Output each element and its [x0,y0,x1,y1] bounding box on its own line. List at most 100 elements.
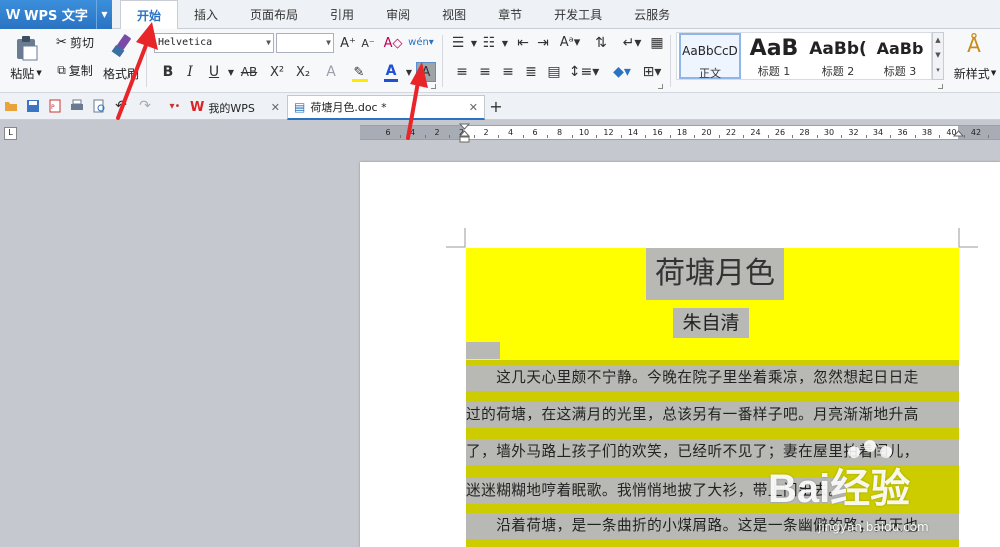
phonetic-guide-icon[interactable]: wén▾ [408,33,434,51]
styles-dialog-launcher[interactable] [938,84,943,89]
decrease-indent-icon[interactable]: ⇤ [514,34,532,52]
wps-logo: W [6,6,21,23]
red-arrow-annotation [116,22,158,120]
tab-section[interactable]: 章节 [482,0,538,29]
close-icon[interactable]: ✕ [271,101,280,114]
paste-icon[interactable] [14,35,38,61]
ruler-number: 6 [385,128,391,137]
app-name: WPS 文字 [24,9,88,24]
new-style-icon[interactable]: Å [962,33,986,57]
style-heading-2[interactable]: AaBb( 标题 2 [807,33,869,79]
chevron-down-icon: ▼ [326,38,331,47]
tab-page-layout[interactable]: 页面布局 [234,0,314,29]
corner-mark [446,228,466,248]
tab-view[interactable]: 视图 [426,0,482,29]
doc-title[interactable]: 荷塘月色 [646,248,784,300]
watermark-url: jingyan.baidu.com [818,520,929,534]
tab-references[interactable]: 引用 [314,0,370,29]
tab-review[interactable]: 审阅 [370,0,426,29]
font-color-bar [384,79,398,82]
tab-stop-selector[interactable]: L [4,127,17,140]
ruler-tick [522,135,524,138]
baidu-watermark: Bai经验 jingyan.baidu.com [760,438,1000,547]
font-color-button[interactable]: A [382,62,400,80]
paragraph-dialog-launcher[interactable] [658,84,663,89]
ruler-tick [669,135,671,138]
app-menu-dropdown-icon[interactable]: ▼ [96,0,112,29]
close-icon[interactable]: ✕ [469,101,478,114]
italic-button[interactable]: I [181,63,199,81]
print-icon[interactable] [70,99,84,113]
cut-button[interactable]: ✂ 剪切 [52,33,98,51]
ruler-number: 42 [970,128,982,137]
tab-insert[interactable]: 插入 [178,0,234,29]
grow-font-icon[interactable]: A⁺ [339,34,357,52]
justify-icon[interactable]: ≣ [522,63,540,81]
show-marks-icon[interactable]: ↵▾ [622,34,642,52]
ruler-number: 12 [603,128,614,137]
superscript-button[interactable]: X² [268,63,286,81]
paragraph-shading-icon[interactable]: ◆▾ [608,63,636,81]
shrink-font-icon[interactable]: A⁻ [359,34,377,52]
tab-cloud[interactable]: 云服务 [618,0,686,29]
paragraph-line[interactable]: 过的荷塘，在这满月的光里，总该另有一番样子吧。月亮渐渐地升高 [466,404,959,426]
font-dialog-launcher[interactable] [431,84,436,89]
paragraph-line[interactable]: 这几天心里颇不宁静。今晚在院子里坐着乘凉，忽然想起日日走 [466,367,959,389]
align-right-icon[interactable]: ≡ [499,63,517,81]
text-effect-icon[interactable]: A [322,63,340,81]
ruler-tick [620,135,622,138]
subscript-button[interactable]: X₂ [294,63,312,81]
open-folder-icon[interactable] [4,99,18,113]
ruler-area: 6 4 2 2 2 4 6 8 10 12 14 16 18 20 22 24 26 28 30 32 34 36 38 40… [0,121,1000,143]
doc-tab-label: 荷塘月色.doc * [310,101,387,114]
doc-author[interactable]: 朱自清 [673,308,749,338]
ruler-tick [792,135,794,138]
paste-button[interactable]: 粘贴 ▼ [6,65,46,81]
font-size-select[interactable]: ▼ [276,33,334,53]
tab-developer[interactable]: 开发工具 [538,0,618,29]
ruler-number: 30 [823,128,835,137]
ruler-tick [865,135,867,138]
font-name-value: Helvetica [158,37,213,48]
customize-toolbar-icon[interactable]: ▾• [166,97,184,115]
ruler-number: 14 [627,128,639,137]
underline-button[interactable]: U [205,63,223,81]
horizontal-ruler[interactable]: 6 4 2 2 2 4 6 8 10 12 14 16 18 20 22 24 26 28 30 32 34 36 38 40… [360,125,1000,140]
increase-indent-icon[interactable]: ⇥ [534,34,552,52]
doc-tab-hetang[interactable]: ▤ 荷塘月色.doc * ✕ [287,95,485,120]
style-preview: AaBbCcD [682,44,738,58]
watermark-brand: Bai经验 [768,467,911,511]
paste-label: 粘贴 [10,66,35,81]
print-preview-icon[interactable] [92,99,106,113]
chevron-down-icon[interactable]: ▼ [496,34,514,52]
table-grid-icon[interactable]: ▦ [648,34,666,52]
save-icon[interactable] [26,99,40,113]
copy-button[interactable]: ⧉ 复制 [52,61,98,79]
empty-line-shade [466,342,500,359]
style-normal[interactable]: AaBbCcD 正文 [679,33,741,80]
line-spacing-icon[interactable]: ↕≡▾ [569,63,600,81]
sort-icon[interactable]: ⇅ [592,34,610,52]
indent-marker-icon[interactable] [459,123,470,143]
doc-tab-my-wps[interactable]: W 我的WPS ✕ [184,95,286,120]
font-name-select[interactable]: Helvetica ▼ [154,33,274,53]
style-heading-1[interactable]: AaB 标题 1 [743,33,805,79]
align-center-icon[interactable]: ≡ [476,63,494,81]
align-left-icon[interactable]: ≡ [453,63,471,81]
new-style-button[interactable]: 新样式 ▼ [950,65,1000,81]
clear-format-icon[interactable]: A◇ [384,34,403,52]
style-heading-3[interactable]: AaBb 标题 3 [871,33,929,79]
export-pdf-icon[interactable]: P [48,99,62,113]
chevron-down-icon: ▼ [266,38,271,47]
new-tab-icon[interactable]: + [487,97,505,116]
distributed-icon[interactable]: ▤ [545,63,563,81]
ruler-tick [914,135,916,138]
ruler-number: 2 [483,128,489,137]
change-case-icon[interactable]: Aᵃ▾ [558,33,582,51]
borders-icon[interactable]: ⊞▾ [638,63,666,81]
app-menu-button[interactable]: W WPS 文字 ▼ [0,0,112,29]
right-indent-marker-icon[interactable] [953,123,964,143]
styles-scroll[interactable]: ▲ ▼ ▾ [932,32,944,80]
style-label: 标题 2 [821,65,855,78]
strikethrough-button[interactable]: AB [237,63,261,81]
